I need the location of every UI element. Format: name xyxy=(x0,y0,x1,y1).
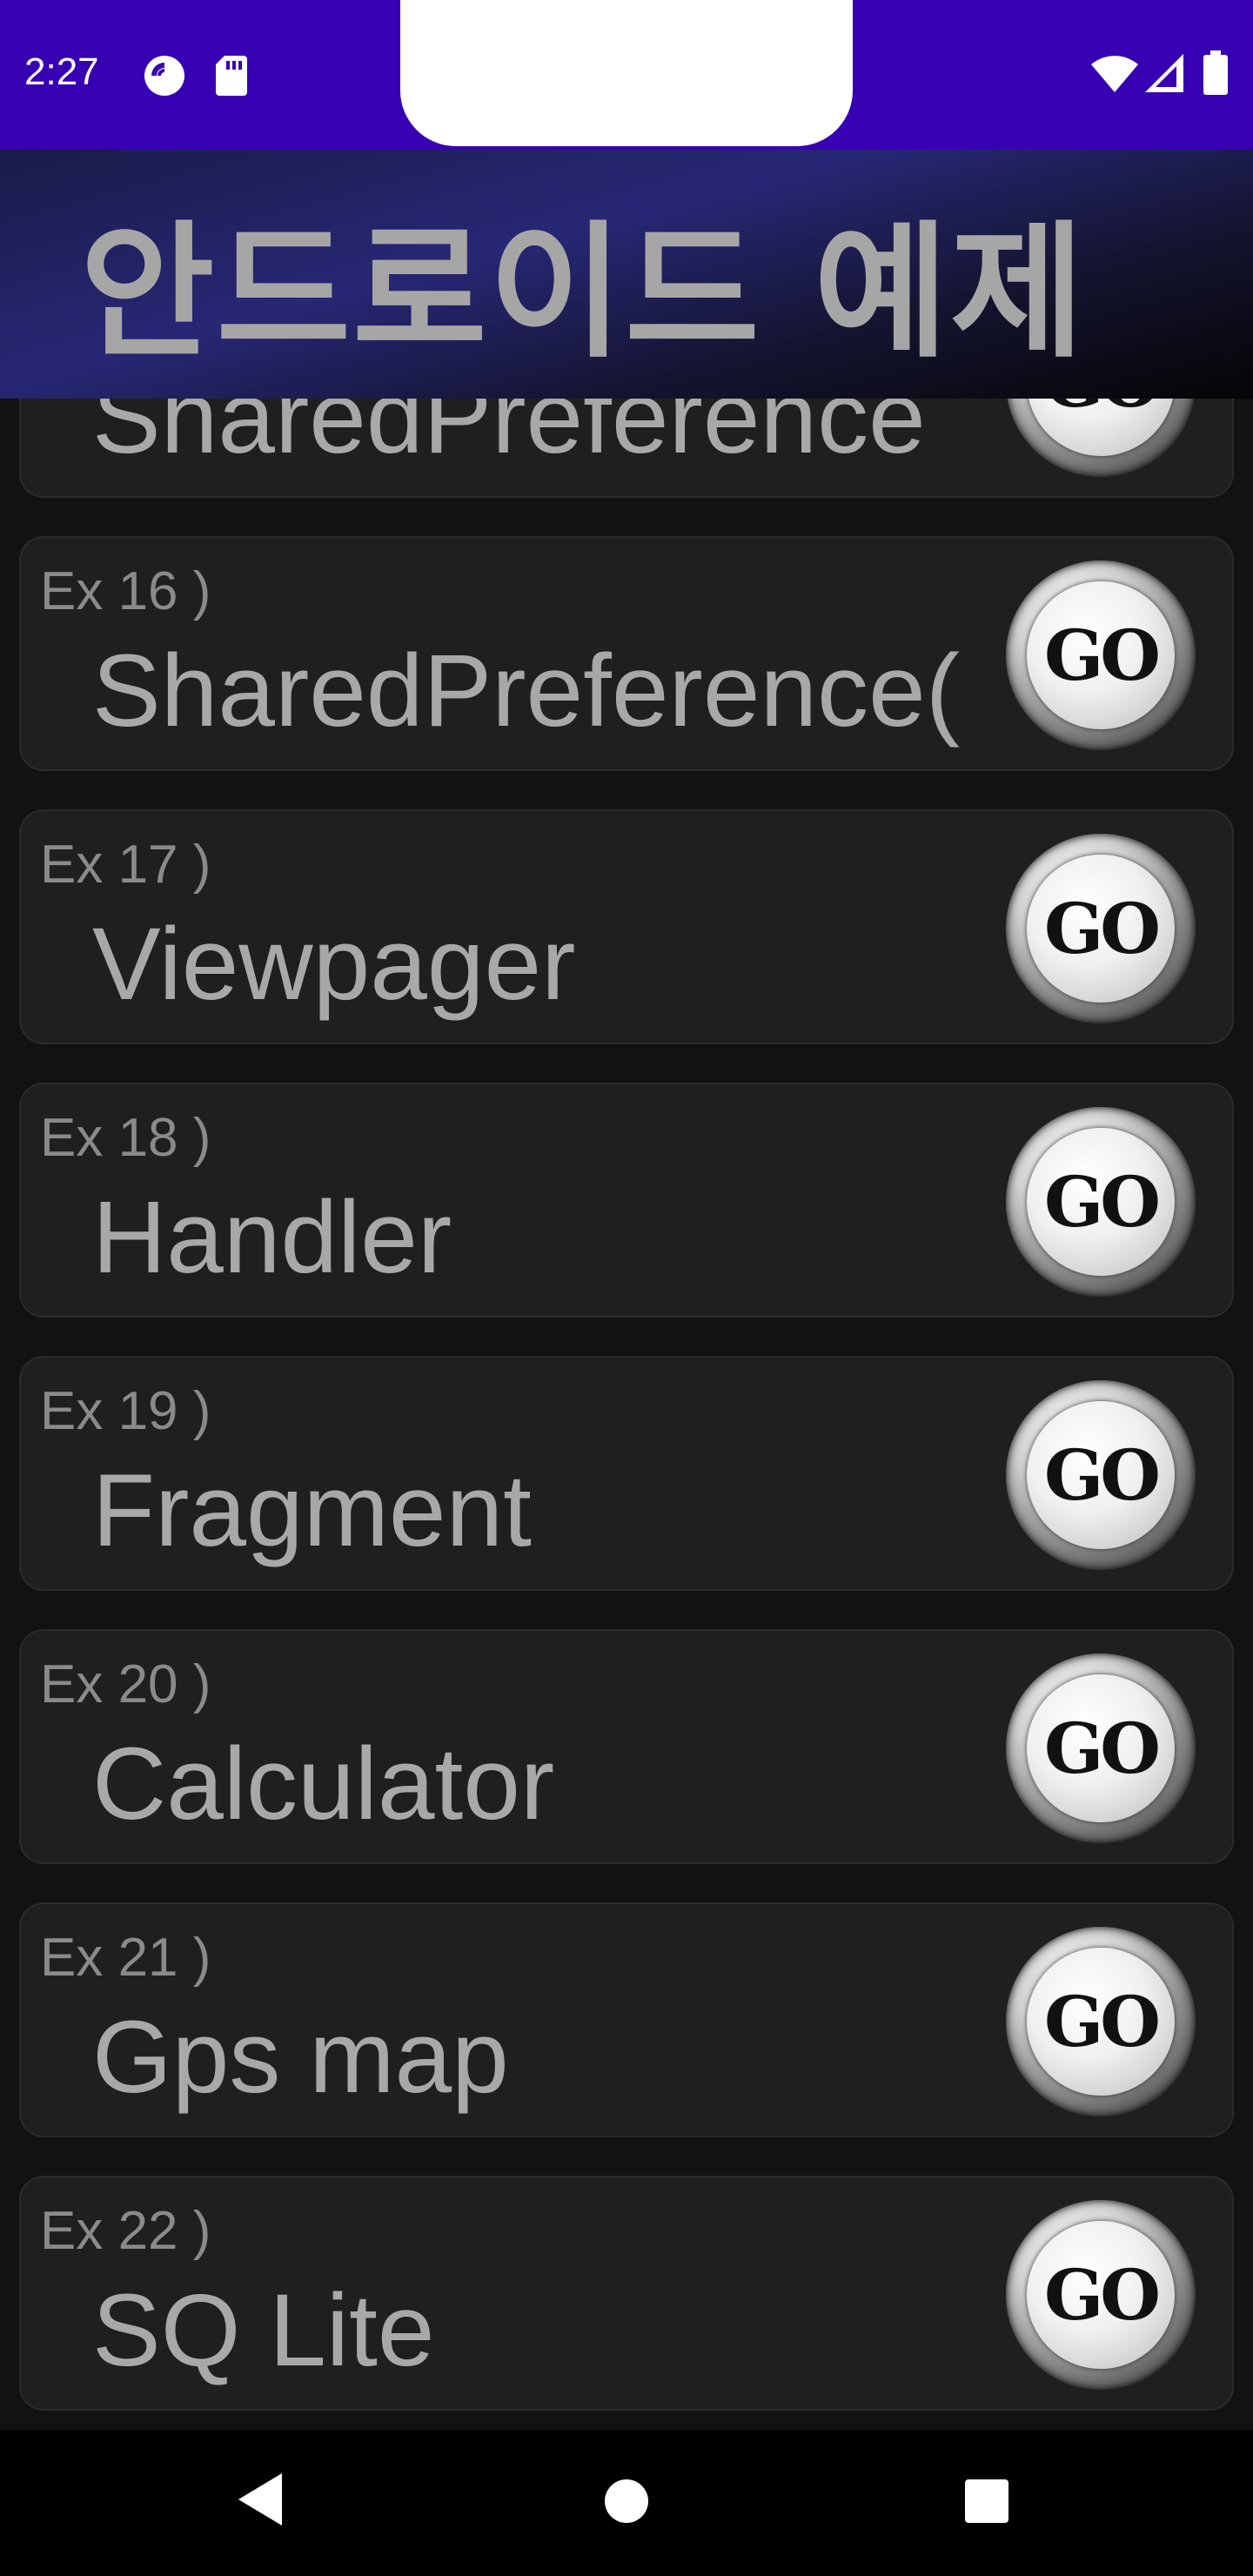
go-button-label: GO xyxy=(1043,1707,1161,1789)
item-index: Ex 22 ) xyxy=(40,2201,211,2261)
item-index: Ex 18 ) xyxy=(40,1108,211,1168)
item-index: Ex 21 ) xyxy=(40,1928,211,1988)
navigation-bar xyxy=(0,2430,1253,2576)
item-title: Handler xyxy=(92,1180,452,1295)
go-button-label: GO xyxy=(1043,614,1161,696)
battery-icon xyxy=(1203,50,1228,95)
wifi-icon xyxy=(1091,56,1138,92)
item-title: SQ Lite xyxy=(92,2273,435,2388)
go-button-face: GO xyxy=(1027,1128,1175,1276)
list-item[interactable]: Ex 20 ) Calculator GO xyxy=(19,1629,1234,1864)
go-button[interactable]: GO xyxy=(1006,2200,1196,2390)
back-icon[interactable] xyxy=(237,2472,284,2527)
list-item[interactable]: Ex 16 ) SharedPreference( GO xyxy=(19,536,1234,771)
item-index: Ex 17 ) xyxy=(40,835,211,895)
screen: SharedPreference GO Ex 16 ) SharedPrefer… xyxy=(0,0,1253,2576)
item-title: Gps map xyxy=(92,2000,509,2115)
item-title: Calculator xyxy=(92,1727,555,1841)
go-button[interactable]: GO xyxy=(1006,834,1196,1023)
go-button-label: GO xyxy=(1043,1981,1161,2063)
home-icon[interactable] xyxy=(604,2479,649,2524)
sd-card-icon xyxy=(216,56,247,96)
go-button-label: GO xyxy=(1043,2254,1161,2336)
list-item[interactable]: Ex 22 ) SQ Lite GO xyxy=(19,2176,1234,2411)
list-item[interactable]: Ex 19 ) Fragment GO xyxy=(19,1356,1234,1591)
go-button[interactable]: GO xyxy=(1006,1654,1196,1843)
go-button-face: GO xyxy=(1027,2221,1175,2369)
go-button[interactable]: GO xyxy=(1006,560,1196,750)
cellular-signal-icon xyxy=(1145,54,1183,92)
go-button-label: GO xyxy=(1043,888,1161,969)
go-button-face: GO xyxy=(1027,581,1175,729)
display-notch xyxy=(400,0,853,146)
pocket-casts-icon xyxy=(144,56,184,96)
recents-icon[interactable] xyxy=(964,2479,1009,2524)
status-time: 2:27 xyxy=(24,50,99,93)
go-button-face: GO xyxy=(1027,855,1175,1003)
go-button-label: GO xyxy=(1043,1161,1161,1243)
page-title: 안드로이드 예제 xyxy=(80,207,1087,378)
go-button-face: GO xyxy=(1027,1674,1175,1822)
header-banner: 안드로이드 예제 xyxy=(0,150,1253,399)
go-button[interactable]: GO xyxy=(1006,1107,1196,1297)
list-item[interactable]: Ex 18 ) Handler GO xyxy=(19,1083,1234,1318)
go-button-face: GO xyxy=(1027,1948,1175,2096)
item-index: Ex 16 ) xyxy=(40,561,211,621)
item-title: Fragment xyxy=(92,1453,532,1568)
item-title: SharedPreference( xyxy=(92,634,961,748)
item-index: Ex 19 ) xyxy=(40,1381,211,1441)
item-title: Viewpager xyxy=(92,907,576,1022)
go-button[interactable]: GO xyxy=(1006,1927,1196,2116)
go-button[interactable]: GO xyxy=(1006,1380,1196,1570)
list-item[interactable]: Ex 17 ) Viewpager GO xyxy=(19,809,1234,1044)
list-item[interactable]: Ex 21 ) Gps map GO xyxy=(19,1902,1234,2137)
go-button-face: GO xyxy=(1027,1401,1175,1549)
go-button-label: GO xyxy=(1043,1434,1161,1516)
item-index: Ex 20 ) xyxy=(40,1654,211,1714)
